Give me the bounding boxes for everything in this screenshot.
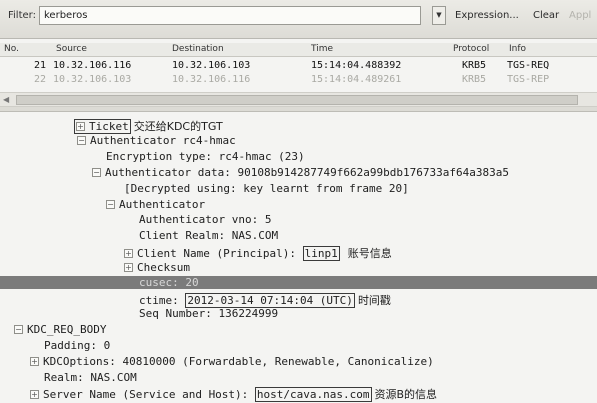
kdc-options-label: KDCOptions: 40810000 (Forwardable, Renew…	[43, 355, 434, 368]
column-protocol[interactable]: Protocol	[453, 44, 489, 54]
ctime-value: 2012-03-14 07:14:04 (UTC)	[185, 293, 355, 308]
expand-icon[interactable]: +	[124, 263, 133, 272]
packet-protocol: KRB5	[462, 74, 487, 85]
column-time[interactable]: Time	[311, 44, 333, 54]
expression-button[interactable]: Expression...	[455, 10, 519, 21]
authenticator-enc-label: Authenticator rc4-hmac	[90, 134, 236, 147]
packet-row[interactable]: 22 10.32.106.103 10.32.106.116 15:14:04.…	[0, 74, 597, 86]
tree-item-padding[interactable]: Padding: 0	[44, 339, 110, 354]
tree-item-ctime[interactable]: ctime: 2012-03-14 07:14:04 (UTC) 时间戳	[139, 292, 391, 308]
column-no[interactable]: No.	[4, 44, 19, 54]
filter-label: Filter:	[8, 10, 36, 21]
client-name-value: linp1	[302, 246, 340, 261]
tree-item-decrypted[interactable]: [Decrypted using: key learnt from frame …	[124, 182, 409, 197]
tree-item-auth-vno[interactable]: Authenticator vno: 5	[139, 213, 271, 228]
packet-time: 15:14:04.489261	[311, 74, 402, 85]
expand-icon[interactable]: +	[76, 122, 85, 131]
collapse-icon[interactable]: −	[106, 200, 115, 209]
collapse-icon[interactable]: −	[14, 325, 23, 334]
packet-time: 15:14:04.488392	[311, 60, 402, 71]
tree-item-authenticator-enc[interactable]: − Authenticator rc4-hmac	[77, 134, 236, 149]
packet-no: 21	[34, 60, 47, 71]
tree-item-kdc-options[interactable]: + KDCOptions: 40810000 (Forwardable, Rene…	[30, 355, 434, 370]
triangle-down-icon: ▼	[436, 11, 442, 19]
packet-no: 22	[34, 74, 47, 85]
selected-row-highlight[interactable]	[0, 276, 597, 289]
tree-item-authenticator[interactable]: − Authenticator	[106, 198, 205, 213]
tree-item-encryption-type[interactable]: Encryption type: rc4-hmac (23)	[106, 150, 305, 165]
apply-button[interactable]: Appl	[569, 10, 591, 21]
ticket-annotation: 交还给KDC的TGT	[133, 120, 223, 133]
packet-list-header: No. Source Destination Time Protocol Inf…	[0, 43, 597, 57]
ticket-node: + Ticket	[74, 119, 131, 134]
filter-toolbar: Filter: kerberos ▼ Expression... Clear A…	[0, 0, 597, 39]
tree-item-authenticator-data[interactable]: − Authenticator data: 90108b914287749f662…	[92, 166, 509, 181]
tree-item-cusec[interactable]: cusec: 20	[139, 276, 199, 291]
client-name-label: Client Name (Principal):	[137, 247, 303, 260]
server-name-value: host/cava.nas.com	[254, 387, 372, 402]
column-source[interactable]: Source	[56, 44, 87, 54]
column-destination[interactable]: Destination	[172, 44, 224, 54]
packet-destination: 10.32.106.116	[172, 74, 251, 85]
kdc-req-body-label: KDC_REQ_BODY	[27, 323, 107, 336]
clear-button[interactable]: Clear	[533, 10, 559, 21]
tree-item-kdc-req-body[interactable]: − KDC_REQ_BODY	[14, 323, 106, 338]
packet-info: TGS-REP	[507, 74, 550, 85]
server-name-annotation: 资源B的信息	[374, 388, 438, 401]
filter-dropdown-button[interactable]: ▼	[432, 6, 446, 25]
scrollbar-thumb[interactable]	[16, 95, 578, 105]
scroll-left-icon[interactable]: ◀	[3, 93, 9, 106]
filter-input[interactable]: kerberos	[39, 6, 421, 25]
client-name-annotation: 账号信息	[347, 247, 392, 260]
tree-item-server-name[interactable]: + Server Name (Service and Host): host/ca…	[30, 386, 438, 402]
packet-destination: 10.32.106.103	[172, 60, 251, 71]
tree-item-client-name[interactable]: + Client Name (Principal): linp1 账号信息	[124, 245, 392, 261]
packet-source: 10.32.106.103	[53, 74, 132, 85]
pane-divider[interactable]	[0, 107, 597, 112]
server-name-label: Server Name (Service and Host):	[43, 388, 255, 401]
expand-icon[interactable]: +	[30, 390, 39, 399]
collapse-icon[interactable]: −	[92, 168, 101, 177]
ticket-label: Ticket	[89, 120, 129, 133]
authenticator-label: Authenticator	[119, 198, 206, 211]
column-info[interactable]: Info	[509, 44, 526, 54]
expand-icon[interactable]: +	[124, 249, 133, 258]
packet-source: 10.32.106.116	[53, 60, 132, 71]
authenticator-data-label: Authenticator data: 90108b914287749f662a…	[105, 166, 509, 179]
tree-item-realm[interactable]: Realm: NAS.COM	[44, 371, 137, 386]
collapse-icon[interactable]: −	[77, 136, 86, 145]
packet-row[interactable]: 21 10.32.106.116 10.32.106.103 15:14:04.…	[0, 60, 597, 72]
tree-item-checksum[interactable]: + Checksum	[124, 261, 190, 276]
checksum-label: Checksum	[137, 261, 190, 274]
packet-list-scrollbar[interactable]: ◀	[0, 92, 597, 107]
ctime-annotation: 时间戳	[357, 294, 391, 307]
expand-icon[interactable]: +	[30, 357, 39, 366]
tree-item-ticket[interactable]: + Ticket 交还给KDC的TGT	[74, 118, 223, 134]
ctime-label: ctime:	[139, 294, 186, 307]
tree-item-seq-number[interactable]: Seq Number: 136224999	[139, 307, 278, 322]
tree-item-client-realm[interactable]: Client Realm: NAS.COM	[139, 229, 278, 244]
packet-info: TGS-REQ	[507, 60, 550, 71]
packet-protocol: KRB5	[462, 60, 487, 71]
